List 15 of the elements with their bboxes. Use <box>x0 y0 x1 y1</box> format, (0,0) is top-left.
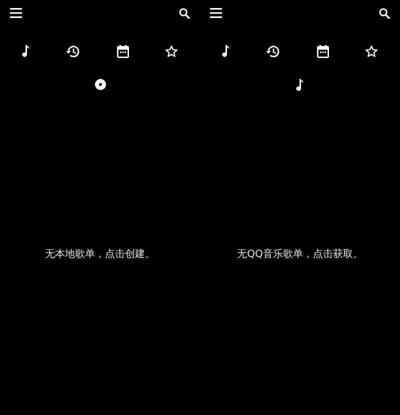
search-icon[interactable] <box>379 8 390 18</box>
empty-message[interactable]: 无QQ音乐歌单，点击获取。 <box>237 247 363 261</box>
calendar-icon[interactable] <box>316 44 329 58</box>
music-note-icon[interactable] <box>222 45 230 57</box>
history-icon[interactable] <box>266 44 280 58</box>
history-icon[interactable] <box>66 44 80 58</box>
music-note-icon[interactable] <box>22 45 30 57</box>
menu-icon[interactable] <box>10 8 22 18</box>
search-icon[interactable] <box>179 8 190 18</box>
music-note-icon[interactable] <box>296 79 304 91</box>
star-icon[interactable] <box>364 44 378 58</box>
star-icon[interactable] <box>164 44 178 58</box>
menu-icon[interactable] <box>210 8 222 18</box>
calendar-icon[interactable] <box>116 44 129 58</box>
empty-message[interactable]: 无本地歌单，点击创建。 <box>45 247 155 261</box>
